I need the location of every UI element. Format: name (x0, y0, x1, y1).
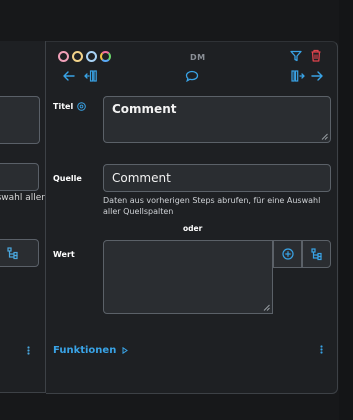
status-circles (58, 51, 111, 62)
value-label: Wert (53, 250, 75, 259)
previous-title-field[interactable] (0, 96, 40, 144)
functions-toggle[interactable]: Funktionen (53, 345, 129, 356)
trash-icon[interactable] (310, 49, 322, 62)
arrow-right-icon[interactable] (310, 70, 324, 82)
insert-step-right-icon[interactable] (291, 70, 305, 82)
tree-icon (310, 247, 322, 260)
source-input[interactable]: Comment (103, 164, 331, 192)
help-icon[interactable] (77, 102, 86, 111)
value-textarea[interactable] (103, 240, 273, 314)
right-edge-strip (339, 0, 353, 420)
filter-icon[interactable] (290, 50, 302, 62)
previous-source-field[interactable] (0, 163, 39, 191)
title-textarea[interactable]: Comment (103, 96, 331, 143)
arrow-left-icon[interactable] (62, 70, 76, 82)
more-icon[interactable] (320, 345, 323, 354)
step-card: DM Titel Comment Quelle Comment Daten au… (46, 41, 338, 394)
caret-right-icon (122, 347, 129, 354)
source-value: Comment (112, 171, 171, 185)
source-label: Quelle (53, 174, 82, 183)
title-value: Comment (112, 102, 177, 116)
add-value-button[interactable] (273, 240, 302, 268)
circle-blue-icon (86, 51, 97, 62)
resize-grip-icon[interactable] (263, 304, 270, 311)
previous-value-tree-button[interactable] (0, 239, 39, 267)
previous-step-card: Daten aus vorherigen Steps abrufen, für … (0, 41, 45, 393)
resize-grip-icon[interactable] (321, 133, 328, 140)
title-label: Titel (53, 102, 74, 111)
add-circle-icon (281, 248, 294, 260)
source-hint: Daten aus vorherigen Steps abrufen, für … (103, 196, 321, 216)
step-initials: DM (190, 53, 206, 62)
value-tree-button[interactable] (302, 240, 331, 268)
insert-step-left-icon[interactable] (84, 70, 98, 82)
previous-more-icon[interactable] (27, 346, 30, 355)
circle-pink-icon (58, 51, 69, 62)
tree-icon (7, 247, 18, 260)
circle-multicolor-icon (100, 51, 111, 62)
circle-yellow-icon (72, 51, 83, 62)
comment-icon[interactable] (185, 70, 199, 82)
or-separator: oder (183, 224, 203, 233)
functions-label: Funktionen (53, 345, 117, 356)
previous-source-hint: Daten aus vorherigen Steps abrufen, für … (0, 193, 45, 203)
